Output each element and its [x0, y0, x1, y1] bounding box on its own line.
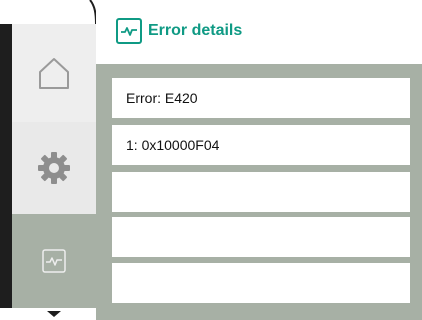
nav-settings[interactable]: [12, 122, 96, 214]
nav-error[interactable]: [12, 214, 96, 308]
page-title: Error details: [148, 22, 243, 39]
gear-icon: [38, 152, 70, 184]
nav-home[interactable]: [12, 24, 96, 122]
error-detail: 1: 0x10000F04: [126, 137, 220, 153]
list-item[interactable]: Error: E420: [112, 78, 410, 118]
header: Error details: [96, 0, 422, 64]
heartbeat-icon: [42, 249, 66, 273]
list-item[interactable]: 1: 0x10000F04: [112, 125, 410, 165]
heartbeat-icon: [116, 18, 142, 44]
list-item[interactable]: [112, 172, 410, 212]
list-item[interactable]: [112, 217, 410, 257]
side-navigation: [0, 0, 97, 320]
home-icon: [39, 58, 69, 89]
error-code: Error: E420: [126, 90, 198, 106]
list-item[interactable]: [112, 263, 410, 303]
error-list: Error: E420 1: 0x10000F04: [96, 64, 422, 320]
chevron-down-icon: [47, 311, 61, 317]
scroll-down[interactable]: [12, 308, 96, 320]
